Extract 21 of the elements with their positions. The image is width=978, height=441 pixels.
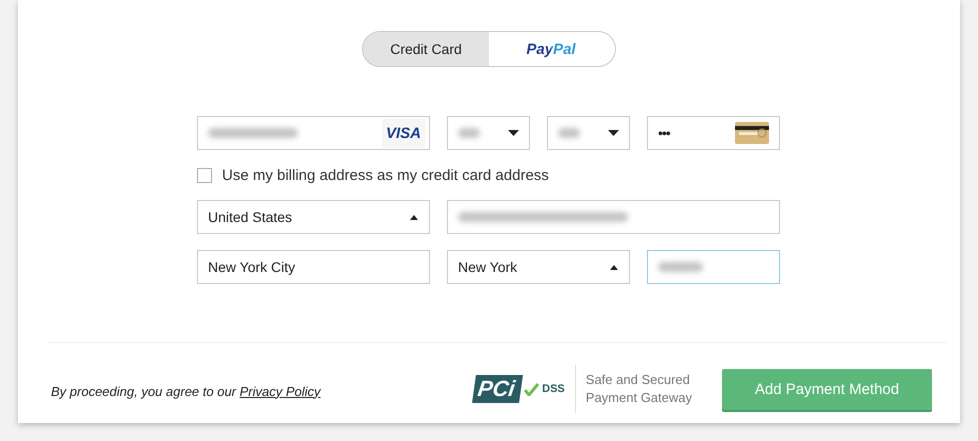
consent-text: By proceeding, you agree to our Privacy Policy — [51, 384, 321, 398]
pci-logo: PCi — [472, 375, 524, 403]
security-note: Safe and Secured — [586, 371, 691, 389]
cvv-field[interactable]: ••• — [647, 116, 780, 150]
select-field[interactable] — [447, 116, 530, 150]
check-icon — [524, 382, 540, 396]
privacy-policy-link[interactable]: Privacy Policy — [240, 384, 321, 398]
card-brand-logo: VISA — [382, 118, 425, 148]
input-field[interactable] — [447, 200, 780, 234]
card-back-icon — [735, 122, 769, 144]
input-field[interactable] — [647, 250, 780, 284]
select-field[interactable]: United States — [197, 200, 430, 234]
checkbox[interactable] — [197, 168, 212, 183]
checkbox-label: Use my billing address as my credit card address — [222, 167, 549, 184]
payment-tab[interactable]: Credit Card — [363, 32, 489, 66]
dss-label: DSS — [542, 383, 565, 395]
security-note: Payment Gateway — [586, 389, 692, 407]
input-field[interactable]: New York City — [197, 250, 430, 284]
card-number-field[interactable]: VISA — [197, 116, 430, 150]
select-field[interactable] — [547, 116, 630, 150]
select-field[interactable]: New York — [447, 250, 630, 284]
